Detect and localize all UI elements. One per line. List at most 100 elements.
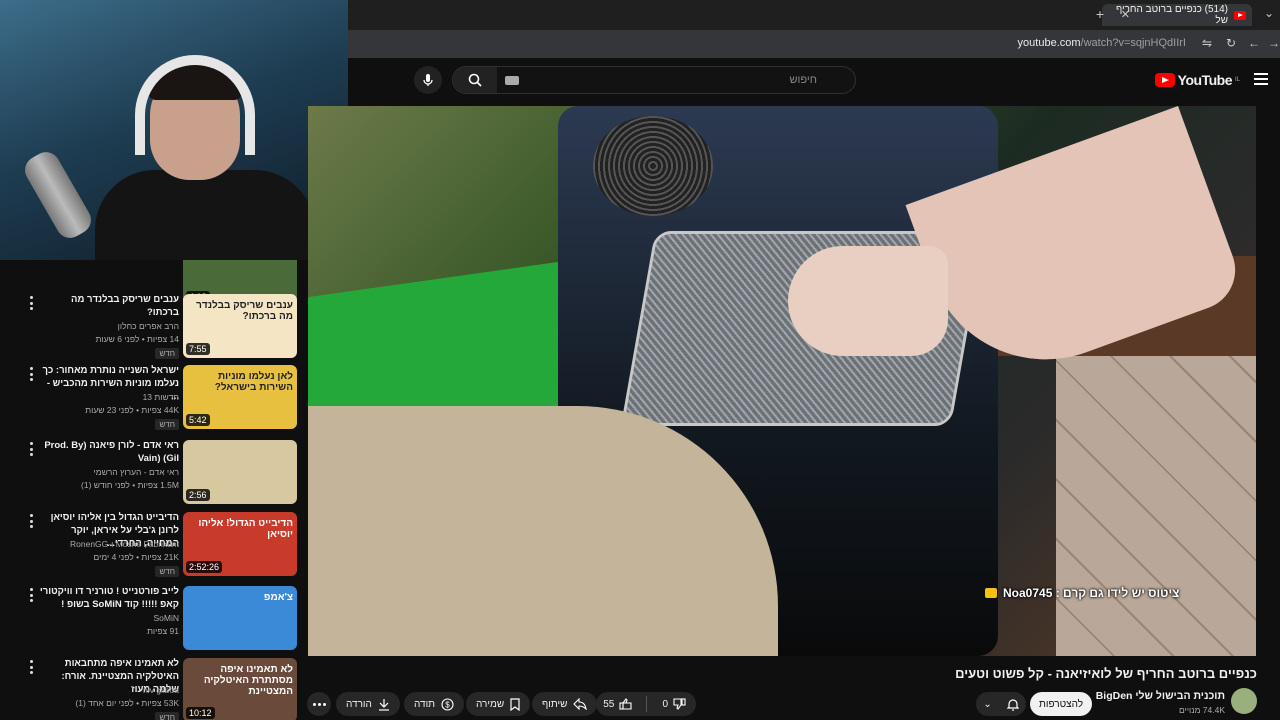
channel-avatar[interactable] (1231, 688, 1257, 714)
search-input[interactable]: חיפוש (790, 74, 817, 86)
recommendation-item[interactable]: לאן נעלמו מוניות השירות בישראל? 5:42 ישראל… (0, 365, 305, 437)
voice-search-button[interactable] (414, 66, 442, 94)
new-badge: חדש (155, 419, 179, 430)
new-badge: חדש (155, 712, 179, 720)
like-button[interactable]: 55 (596, 698, 640, 710)
back-icon[interactable]: ← (1248, 36, 1260, 50)
join-button[interactable]: להצטרפות (1030, 692, 1092, 716)
channel-name[interactable]: SoMiN (39, 613, 179, 623)
channel-name[interactable]: הרב אפרים כחלון (39, 321, 179, 331)
like-dislike-group: 0 55 (596, 692, 696, 716)
video-metadata: 44K צפיות • לפני 23 שעות (85, 405, 179, 415)
thumbnail-text: לא תאמינו איפה מסתתרת האיטלקיה המצטיינת (203, 664, 293, 697)
site-settings-icon[interactable]: ⇋ (1202, 36, 1212, 50)
recommendation-item[interactable]: 2:56 ראי אדם - לורן פיאנה (Prod. By Gil) … (0, 440, 305, 512)
video-thumbnail[interactable]: צ'אמפ (183, 586, 297, 650)
video-thumbnail[interactable]: לא תאמינו איפה מסתתרת האיטלקיה המצטיינת 1… (183, 658, 297, 720)
chevron-down-icon[interactable]: ⌄ (1264, 6, 1274, 20)
microphone-image (19, 147, 97, 243)
keyboard-icon[interactable] (505, 76, 519, 85)
item-menu-icon[interactable] (27, 296, 35, 310)
video-player[interactable]: ציטוס יש לידו גם קרם : Noa0745 (308, 106, 1256, 656)
search-button[interactable] (453, 67, 497, 93)
channel-name[interactable]: תוכנית הבישול שלי BigDen (1096, 690, 1225, 702)
item-menu-icon[interactable] (27, 442, 35, 456)
menu-dot-icon (29, 599, 33, 602)
youtube-favicon-icon (1234, 10, 1246, 20)
menu-dot-icon (29, 593, 33, 597)
download-icon (378, 698, 389, 711)
logo-text: YouTube (1177, 72, 1233, 88)
video-metadata: 91 צפיות (147, 626, 179, 636)
video-metadata: 21K צפיות • לפני 4 ימים (93, 552, 179, 562)
menu-dot-icon (29, 519, 33, 523)
divider (645, 696, 647, 712)
fan-grille (593, 116, 713, 216)
search-icon (468, 73, 482, 87)
thumbnail-text: ענבים שריסק בבלנדר מה ברכתו? (196, 300, 293, 322)
video-thumbnail[interactable]: ענבים שריסק בבלנדר מה ברכתו? 7:55 (183, 294, 297, 358)
menu-dot-icon (29, 514, 33, 517)
forward-icon[interactable]: → (1268, 36, 1280, 50)
menu-dot-icon (29, 660, 33, 663)
new-tab-icon[interactable]: + (1096, 6, 1104, 22)
video-title-link[interactable]: ענבים שריסק בבלנדר מה ברכתו? (39, 294, 179, 320)
video-thumbnail[interactable]: לאן נעלמו מוניות השירות בישראל? 5:42 (183, 365, 297, 429)
menu-icon[interactable] (1254, 73, 1268, 85)
crown-icon (985, 588, 997, 598)
share-icon (573, 698, 588, 710)
channel-name[interactable]: חדשות 13 (39, 392, 179, 402)
menu-dot-icon (29, 525, 33, 528)
thumbnail-text: לאן נעלמו מוניות השירות בישראל? (214, 371, 293, 393)
item-menu-icon[interactable] (27, 660, 35, 674)
like-count: 55 (603, 698, 615, 710)
like-icon (619, 698, 632, 710)
notification-button[interactable]: ⌄ (976, 692, 1026, 716)
new-badge: חדש (155, 348, 179, 359)
share-label: שיתוף (542, 698, 568, 710)
item-menu-icon[interactable] (27, 514, 35, 528)
thanks-icon: $ (441, 697, 454, 711)
menu-dot-icon (29, 307, 33, 310)
item-menu-icon[interactable] (27, 367, 35, 381)
recommendation-item[interactable]: ענבים שריסק בבלנדר מה ברכתו? 7:55 ענבים שר… (0, 294, 305, 366)
youtube-header: חיפוש YouTube IL (350, 58, 1280, 106)
video-metadata: 1.5M צפיות • לפני חודש (1) (81, 480, 179, 490)
video-title: כנפיים ברוטב החריף של לואיזיאנה - קל פשו… (955, 666, 1257, 681)
dislike-button[interactable]: 0 (653, 698, 697, 710)
screen: (514) כנפיים ברוטב החריף של ✕ + ⌄ youtub… (0, 0, 1280, 720)
recommendation-item[interactable]: לא תאמינו איפה מסתתרת האיטלקיה המצטיינת 1… (0, 658, 305, 720)
headphones-image (135, 55, 255, 155)
svg-text:$: $ (445, 700, 450, 709)
video-title-link[interactable]: ראי אדם - לורן פיאנה (Prod. By Gil) (Vai… (39, 440, 179, 466)
search-box[interactable]: חיפוש (452, 66, 856, 94)
download-label: הורדה (346, 698, 372, 710)
thanks-button[interactable]: $ תודה (404, 692, 465, 716)
save-button[interactable]: שמירה (466, 692, 531, 716)
more-dot-icon (322, 702, 326, 706)
video-metadata: 14 צפיות • לפני 6 שעות (95, 334, 179, 344)
video-title-link[interactable]: לייב פורטנייט ! טורניר דו וויקטורי קאפ !… (39, 586, 179, 612)
channel-name[interactable]: niv gilboa (39, 685, 179, 695)
share-button[interactable]: שיתוף (532, 692, 598, 716)
chat-overlay-message: ציטוס יש לידו גם קרם : Noa0745 (985, 586, 1179, 600)
video-thumbnail[interactable]: הדיבייט הגדול! אליהו יוסיאן 2:52:26 (183, 512, 297, 576)
channel-name[interactable]: ראי אדם - הערוץ הרשמי (39, 467, 179, 477)
hand (788, 246, 948, 356)
thumbnail-text: הדיבייט הגדול! אליהו יוסיאן (198, 518, 293, 540)
recommendation-item[interactable]: צ'אמפ לייב פורטנייט ! טורניר דו וויקטורי … (0, 586, 305, 658)
more-actions-button[interactable] (307, 692, 331, 716)
download-button[interactable]: הורדה (336, 692, 400, 716)
channel-name[interactable]: Moshe Fabrikant ו-RonenGG (39, 539, 179, 549)
youtube-logo[interactable]: YouTube IL (1154, 72, 1240, 88)
floor-tiles (1056, 356, 1256, 656)
dislike-icon (673, 698, 686, 710)
recommendation-item[interactable]: הדיבייט הגדול! אליהו יוסיאן 2:52:26 הדיביי… (0, 512, 305, 584)
reload-icon[interactable]: ↻ (1226, 36, 1236, 50)
thumbnail-text: צ'אמפ (263, 592, 293, 603)
item-menu-icon[interactable] (27, 588, 35, 602)
url-text[interactable]: youtube.com/watch?v=sqjnHQdIIrI (1018, 37, 1186, 49)
close-tab-icon[interactable]: ✕ (1121, 8, 1130, 21)
video-thumbnail[interactable]: 2:56 (183, 440, 297, 504)
thanks-label: תודה (414, 698, 436, 710)
